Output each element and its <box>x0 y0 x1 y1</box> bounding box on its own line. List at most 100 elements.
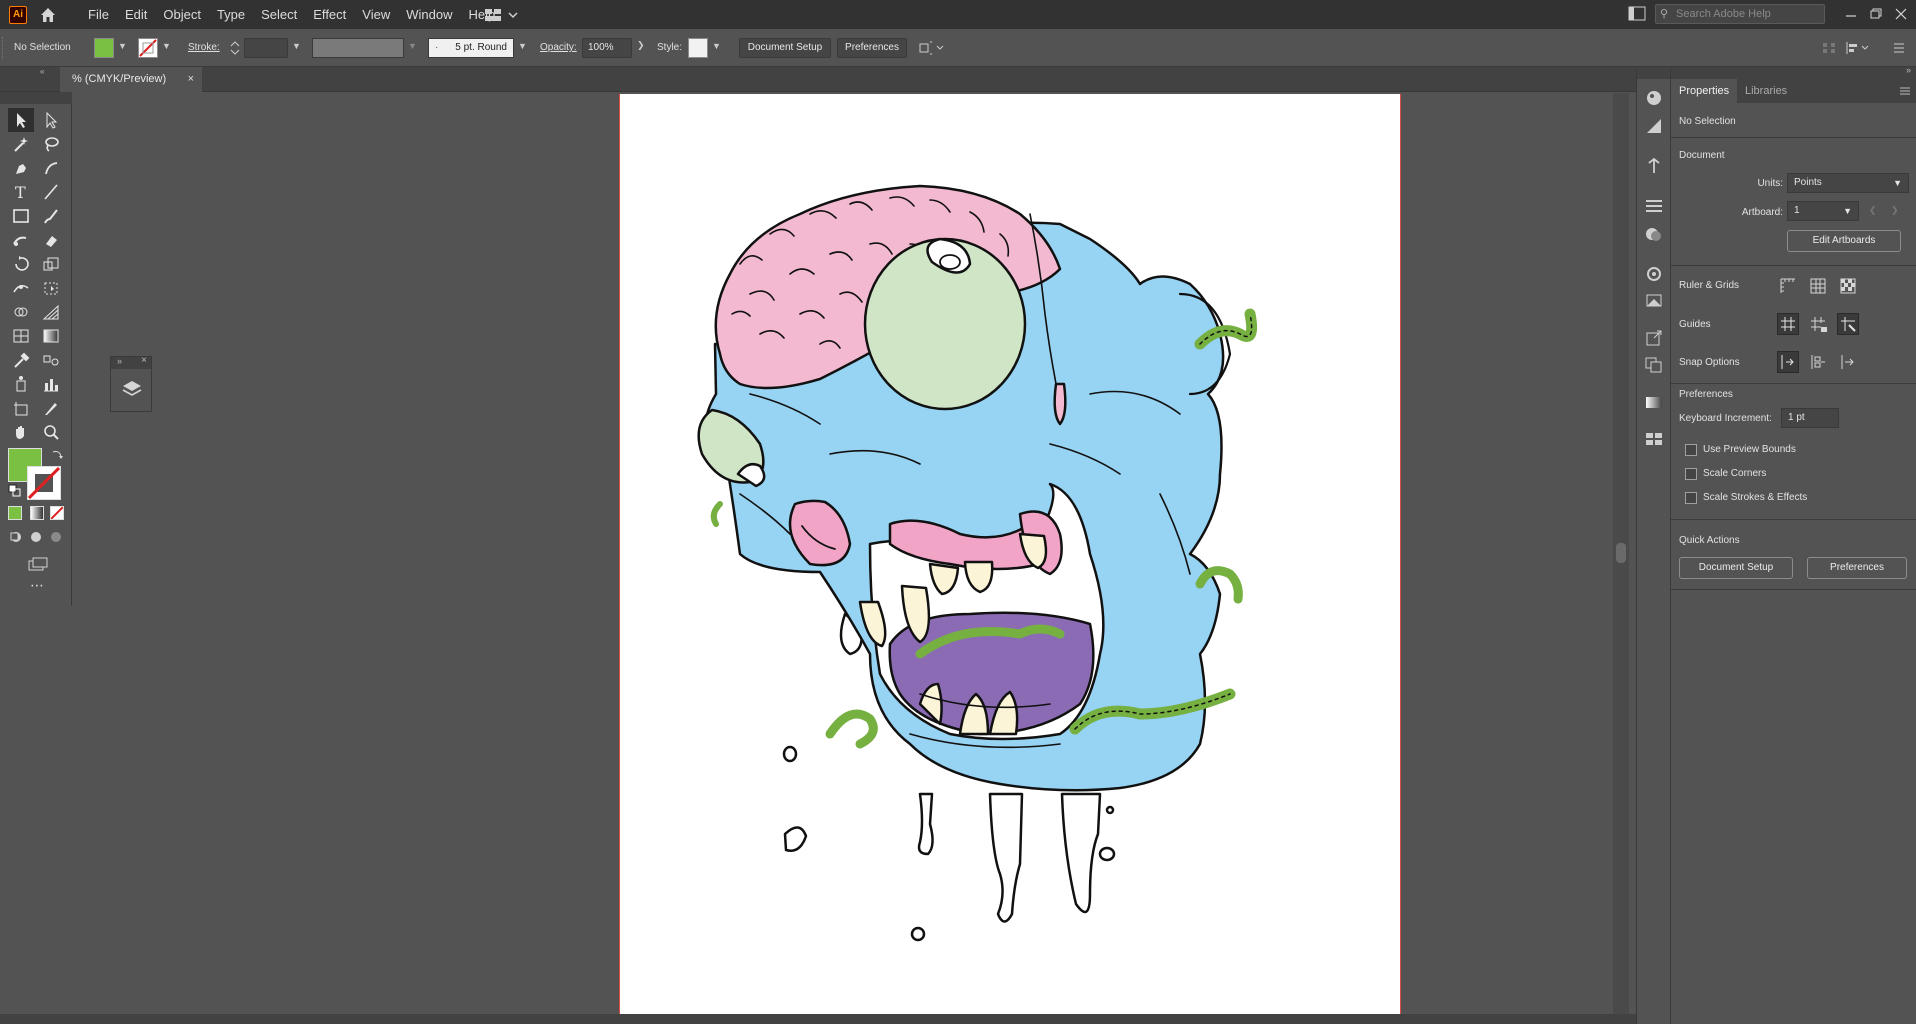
scale-corners-checkbox[interactable] <box>1685 468 1697 480</box>
artboards-panel-icon[interactable] <box>1641 353 1667 375</box>
blend-tool-icon[interactable] <box>38 348 64 372</box>
variable-width-profile[interactable] <box>312 38 404 58</box>
artboard-select[interactable]: 1 ▼ <box>1787 201 1859 221</box>
home-icon[interactable] <box>38 5 58 25</box>
pen-tool-icon[interactable] <box>8 156 34 180</box>
quick-document-setup-button[interactable]: Document Setup <box>1679 557 1793 579</box>
layers-icon[interactable] <box>120 377 144 401</box>
screen-mode-icon[interactable] <box>24 554 50 574</box>
expand-icon[interactable]: » <box>117 356 122 366</box>
scale-tool-icon[interactable] <box>38 252 64 276</box>
appearance-panel-icon[interactable] <box>1641 263 1667 285</box>
panel-toggle-icon[interactable] <box>1628 6 1646 22</box>
stroke-swatch[interactable] <box>138 38 158 58</box>
style-dropdown-icon[interactable]: ▼ <box>712 41 721 51</box>
transparency-panel-icon[interactable] <box>1641 223 1667 245</box>
color-guide-icon[interactable] <box>1641 115 1667 137</box>
preferences-button[interactable]: Preferences <box>837 38 907 58</box>
menu-edit[interactable]: Edit <box>117 0 155 29</box>
scrollbar-thumb[interactable] <box>1616 543 1626 563</box>
direct-selection-tool-icon[interactable] <box>38 108 64 132</box>
workspace-switcher-icon[interactable] <box>484 6 524 24</box>
stroke-label[interactable]: Stroke: <box>188 42 220 53</box>
grid-icon[interactable] <box>1807 275 1829 297</box>
slice-tool-icon[interactable] <box>38 396 64 420</box>
line-tool-icon[interactable] <box>38 180 64 204</box>
toolbar-header[interactable] <box>0 92 72 104</box>
gradient-mode-icon[interactable] <box>30 506 44 520</box>
rectangle-tool-icon[interactable] <box>8 204 34 228</box>
style-swatch[interactable] <box>688 38 708 58</box>
none-mode-icon[interactable] <box>50 506 64 520</box>
brush-definition[interactable]: · 5 pt. Round <box>428 38 514 58</box>
snap-to-pixel-icon[interactable] <box>1807 351 1829 373</box>
minimize-icon[interactable] <box>1840 4 1862 24</box>
perspective-grid-tool-icon[interactable] <box>38 300 64 324</box>
profile-dropdown-icon[interactable]: ▼ <box>408 41 417 51</box>
paintbrush-tool-icon[interactable] <box>38 204 64 228</box>
width-tool-icon[interactable] <box>8 276 34 300</box>
arrange-documents-icon[interactable] <box>917 38 947 58</box>
mesh-tool-icon[interactable] <box>8 324 34 348</box>
artboard[interactable] <box>619 94 1401 1014</box>
align-icon[interactable] <box>1820 38 1838 58</box>
curvature-tool-icon[interactable] <box>38 156 64 180</box>
document-tab[interactable]: % (CMYK/Preview) × <box>60 67 202 92</box>
menu-file[interactable]: File <box>80 0 117 29</box>
menu-window[interactable]: Window <box>398 0 460 29</box>
export-asset-icon[interactable] <box>1641 327 1667 349</box>
draw-inside-icon[interactable] <box>48 530 64 544</box>
transparency-grid-icon[interactable] <box>1837 275 1859 297</box>
default-colors-icon[interactable] <box>8 484 22 498</box>
selection-tool-icon[interactable] <box>8 108 34 132</box>
opacity-field[interactable]: 100% <box>582 38 632 58</box>
gradient-tool-icon[interactable] <box>38 324 64 348</box>
artboard-tool-icon[interactable] <box>8 396 34 420</box>
gradient-panel-icon[interactable] <box>1641 391 1667 413</box>
opacity-expand-icon[interactable]: ❯ <box>637 40 645 51</box>
next-artboard-icon[interactable]: ❯ <box>1891 205 1899 216</box>
stroke-weight-field[interactable] <box>244 38 288 58</box>
cc-libraries-icon[interactable] <box>1641 155 1667 177</box>
color-mode-icon[interactable] <box>8 506 22 520</box>
close-tab-icon[interactable]: × <box>188 67 194 92</box>
control-menu-icon[interactable] <box>1890 38 1908 58</box>
eyedropper-tool-icon[interactable] <box>8 348 34 372</box>
draw-behind-icon[interactable] <box>28 530 44 544</box>
eraser-tool-icon[interactable] <box>38 228 64 252</box>
swatches-panel-icon[interactable] <box>1641 427 1667 449</box>
draw-normal-icon[interactable] <box>8 530 24 544</box>
lasso-tool-icon[interactable] <box>38 132 64 156</box>
collapse-toolbar-icon[interactable]: « <box>40 67 54 79</box>
column-graph-tool-icon[interactable] <box>38 372 64 396</box>
keyboard-increment-field[interactable]: 1 pt <box>1781 408 1839 428</box>
previous-artboard-icon[interactable]: ❮ <box>1869 205 1877 216</box>
type-tool-icon[interactable]: T <box>8 180 34 204</box>
stroke-dropdown-icon[interactable]: ▼ <box>162 41 171 51</box>
shaper-tool-icon[interactable] <box>8 228 34 252</box>
opacity-label[interactable]: Opacity: <box>540 42 577 53</box>
restore-icon[interactable] <box>1865 4 1887 24</box>
edit-artboards-button[interactable]: Edit Artboards <box>1787 230 1901 252</box>
fill-swatch[interactable] <box>94 38 114 58</box>
zoom-tool-icon[interactable] <box>38 420 64 444</box>
document-setup-button[interactable]: Document Setup <box>739 38 831 58</box>
tab-libraries[interactable]: Libraries <box>1737 79 1795 103</box>
search-help-input[interactable]: ⚲ Search Adobe Help <box>1655 4 1825 24</box>
close-window-icon[interactable] <box>1890 4 1912 24</box>
units-select[interactable]: Points ▼ <box>1787 173 1909 193</box>
menu-select[interactable]: Select <box>253 0 305 29</box>
panel-menu-icon[interactable] <box>1899 85 1911 97</box>
magic-wand-tool-icon[interactable] <box>8 132 34 156</box>
dock-header[interactable] <box>1637 67 1671 79</box>
menu-view[interactable]: View <box>354 0 398 29</box>
stroke-stepper-icon[interactable] <box>228 38 242 58</box>
snap-to-point-icon[interactable] <box>1777 351 1799 373</box>
use-preview-bounds-checkbox[interactable] <box>1685 444 1697 456</box>
close-panel-icon[interactable]: × <box>141 355 147 366</box>
graphic-styles-icon[interactable] <box>1641 289 1667 311</box>
brush-dropdown-icon[interactable]: ▼ <box>518 41 527 51</box>
stroke-color-box[interactable] <box>27 466 61 500</box>
layers-panel-header[interactable]: » × <box>111 355 151 369</box>
snap-to-grid-icon[interactable] <box>1837 351 1859 373</box>
